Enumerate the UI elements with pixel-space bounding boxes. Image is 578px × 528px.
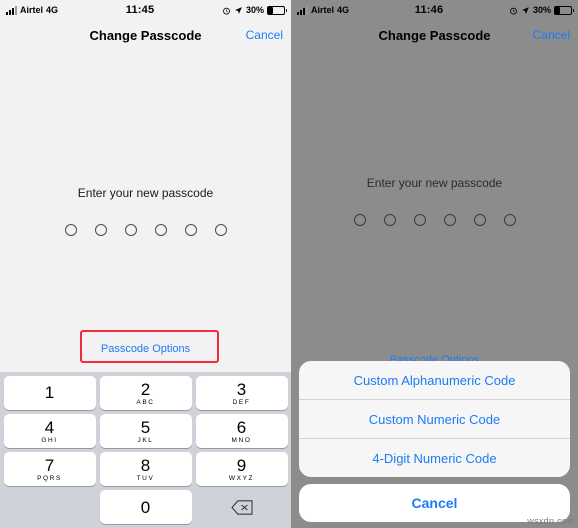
key-letters: TUV <box>136 474 155 482</box>
page-title: Change Passcode <box>89 27 202 43</box>
location-arrow-icon <box>522 6 529 14</box>
left-status-left: Airtel 4G <box>6 5 58 15</box>
network-type-label: 4G <box>46 5 59 15</box>
cancel-button[interactable]: Cancel <box>246 28 283 42</box>
left-status-right: 30% <box>222 5 287 15</box>
watermark-label: wsxdn.com <box>527 516 575 526</box>
keypad-row: 0 <box>3 490 288 524</box>
key-number: 2 <box>140 379 151 399</box>
keypad-row: 7 PQRS 8 TUV 9 WXYZ <box>3 452 288 486</box>
right-phone-screen: Airtel 4G 11:46 30% Change Passcode Canc… <box>291 0 578 528</box>
passcode-dot <box>94 224 107 236</box>
page-title: Change Passcode <box>378 27 491 43</box>
passcode-dot <box>443 214 456 226</box>
key-8[interactable]: 8 TUV <box>99 452 192 486</box>
key-7[interactable]: 7 PQRS <box>3 452 96 486</box>
backspace-delete-icon <box>230 499 253 515</box>
alarm-clock-icon <box>223 7 230 14</box>
passcode-dot <box>184 224 197 236</box>
key-number: 9 <box>236 455 247 475</box>
key-number: 8 <box>140 455 151 475</box>
right-nav-bar: Change Passcode Cancel <box>291 20 578 50</box>
passcode-dot <box>413 214 426 226</box>
left-phone-screen: Airtel 4G 11:45 30% Change Passcode Canc… <box>0 0 291 528</box>
key-number: 1 <box>44 383 55 402</box>
option-custom-alphanumeric-code[interactable]: Custom Alphanumeric Code <box>299 361 570 400</box>
passcode-prompt: Enter your new passcode <box>366 176 503 190</box>
key-letters: DEF <box>232 398 251 406</box>
key-0[interactable]: 0 <box>99 490 192 524</box>
key-number: 0 <box>140 497 151 517</box>
right-content: Enter your new passcode <box>291 176 578 226</box>
key-6[interactable]: 6 MNO <box>195 414 288 448</box>
keypad-row: 4 GHI 5 JKL 6 MNO <box>3 414 288 448</box>
option-custom-numeric-code[interactable]: Custom Numeric Code <box>299 400 570 439</box>
battery-percent-label: 30% <box>245 5 264 15</box>
key-4[interactable]: 4 GHI <box>3 414 96 448</box>
screenshot-root: Airtel 4G 11:45 30% Change Passcode Canc… <box>0 0 578 528</box>
passcode-dots <box>353 214 516 226</box>
left-nav-bar: Change Passcode Cancel <box>0 20 291 50</box>
numeric-keypad[interactable]: 1 2 ABC 3 DEF 4 GHI 5 JKL 6 MNO 7 PQRS 8… <box>0 372 291 528</box>
clock-label: 11:45 <box>125 4 155 16</box>
right-status-left: Airtel 4G <box>297 5 349 15</box>
key-3[interactable]: 3 DEF <box>195 376 288 410</box>
passcode-dot <box>154 224 167 236</box>
passcode-options-action-sheet: Custom Alphanumeric Code Custom Numeric … <box>299 361 570 522</box>
passcode-dot <box>473 214 486 226</box>
passcode-dot <box>214 224 227 236</box>
battery-icon <box>267 5 287 15</box>
key-blank <box>4 490 96 524</box>
key-letters: JKL <box>137 436 154 444</box>
key-number: 4 <box>44 417 55 437</box>
alarm-clock-icon <box>510 7 517 14</box>
key-9[interactable]: 9 WXYZ <box>195 452 288 486</box>
key-1[interactable]: 1 <box>3 376 96 410</box>
passcode-dot <box>383 214 396 226</box>
passcode-dots <box>64 224 227 236</box>
key-2[interactable]: 2 ABC <box>99 376 192 410</box>
key-number: 7 <box>44 455 55 475</box>
passcode-dot <box>353 214 366 226</box>
key-5[interactable]: 5 JKL <box>99 414 192 448</box>
action-sheet-options: Custom Alphanumeric Code Custom Numeric … <box>299 361 570 477</box>
key-letters: GHI <box>41 436 58 444</box>
passcode-dot <box>503 214 516 226</box>
clock-label: 11:46 <box>414 4 444 16</box>
key-number: 3 <box>236 379 247 399</box>
key-delete[interactable] <box>196 490 288 524</box>
signal-bars-icon <box>297 5 308 15</box>
cancel-button[interactable]: Cancel <box>533 28 570 42</box>
passcode-options-button[interactable]: Passcode Options <box>101 343 190 355</box>
passcode-dot <box>64 224 77 236</box>
passcode-prompt: Enter your new passcode <box>77 186 214 200</box>
carrier-label: Airtel <box>311 5 335 15</box>
right-status-bar: Airtel 4G 11:46 30% <box>291 0 578 20</box>
signal-bars-icon <box>6 5 17 15</box>
left-passcode-options-wrap: Passcode Options <box>0 339 291 357</box>
carrier-label: Airtel <box>20 5 44 15</box>
keypad-row: 1 2 ABC 3 DEF <box>3 376 288 410</box>
key-letters: MNO <box>231 436 252 444</box>
left-content: Enter your new passcode <box>0 186 291 236</box>
location-arrow-icon <box>235 6 242 14</box>
battery-percent-label: 30% <box>532 5 551 15</box>
right-status-right: 30% <box>509 5 574 15</box>
battery-icon <box>554 5 574 15</box>
passcode-dot <box>124 224 137 236</box>
key-letters: ABC <box>136 398 155 406</box>
key-letters: PQRS <box>37 474 62 482</box>
left-status-bar: Airtel 4G 11:45 30% <box>0 0 291 20</box>
key-number: 6 <box>236 417 247 437</box>
network-type-label: 4G <box>337 5 350 15</box>
option-4-digit-numeric-code[interactable]: 4-Digit Numeric Code <box>299 439 570 477</box>
key-letters: WXYZ <box>228 474 255 482</box>
key-number: 5 <box>140 417 151 437</box>
